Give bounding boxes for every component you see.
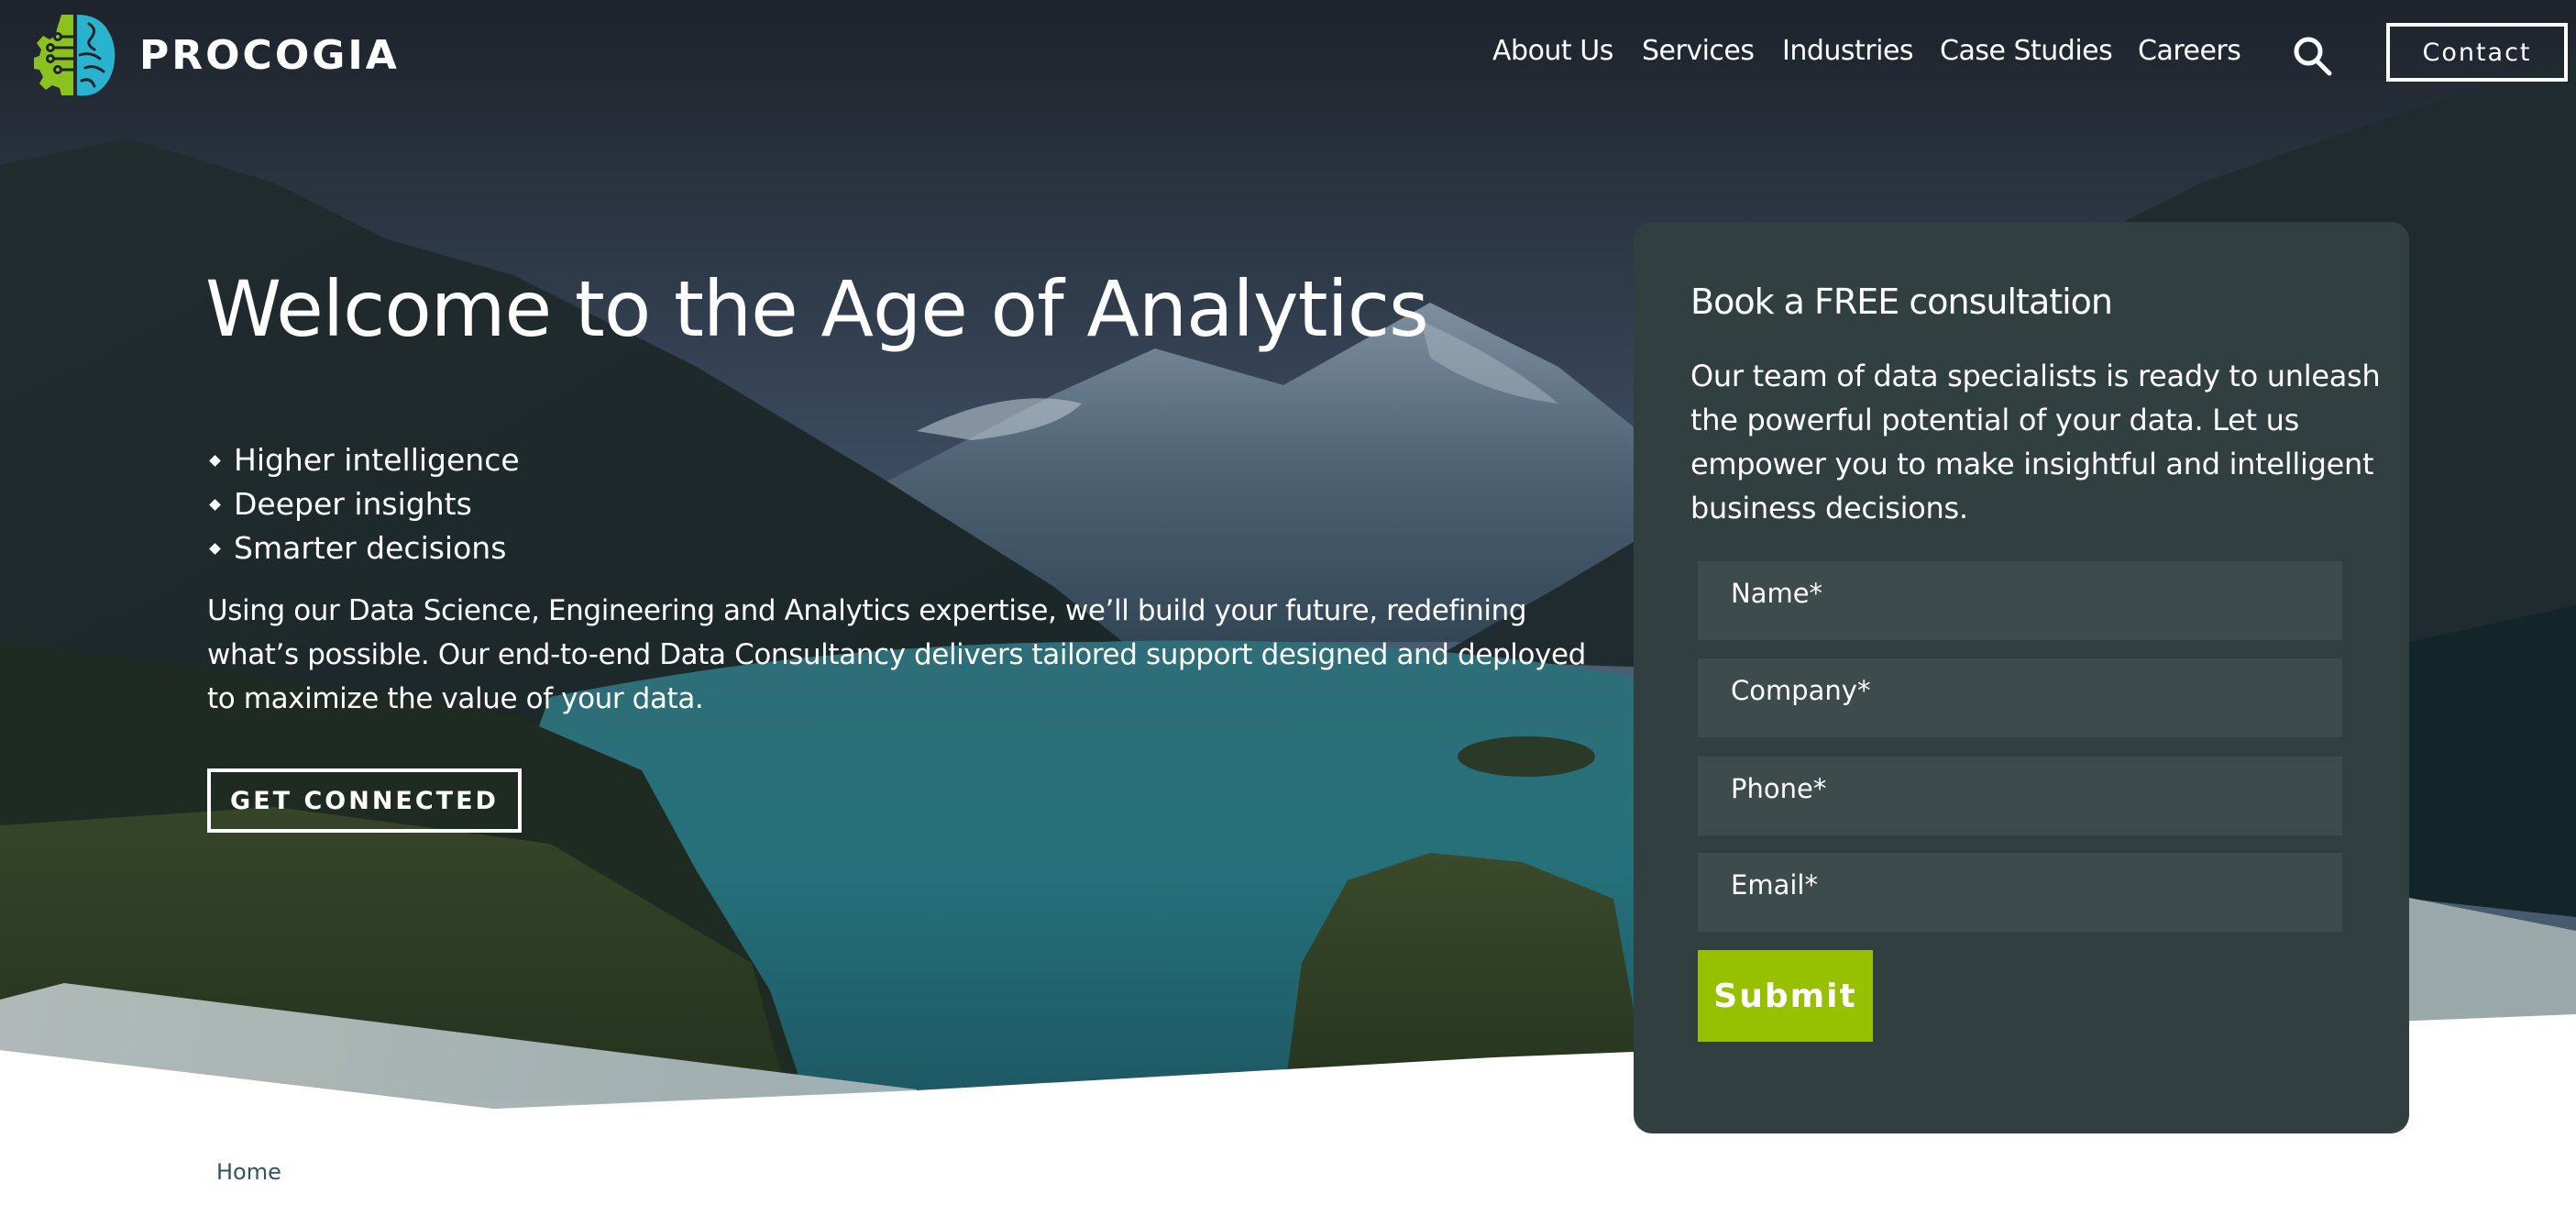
bullet-text: Deeper insights bbox=[234, 486, 472, 522]
bullet-item: Higher intelligence bbox=[207, 438, 520, 482]
nav-item-services[interactable]: Services bbox=[1642, 33, 1755, 70]
diamond-bullet-icon bbox=[209, 542, 221, 555]
hero-description: Using our Data Science, Engineering and … bbox=[207, 594, 1586, 715]
diamond-bullet-icon bbox=[209, 498, 221, 511]
email-field-container bbox=[1698, 853, 2342, 932]
form-title: Book a FREE consultation bbox=[1690, 282, 2113, 322]
bullet-text: Higher intelligence bbox=[234, 442, 520, 478]
get-connected-button[interactable]: GET CONNECTED bbox=[207, 768, 522, 833]
bullet-item: Deeper insights bbox=[207, 482, 520, 526]
name-input[interactable] bbox=[1729, 561, 2311, 610]
nav-item-industries[interactable]: Industries bbox=[1782, 33, 1914, 70]
hero-title: Welcome to the Age of Analytics bbox=[205, 264, 1429, 354]
company-input[interactable] bbox=[1729, 658, 2311, 707]
gear-brain-logo-icon[interactable] bbox=[34, 13, 116, 97]
name-field-container bbox=[1698, 561, 2342, 640]
contact-button[interactable]: Contact bbox=[2386, 23, 2568, 82]
form-description: Our team of data specialists is ready to… bbox=[1690, 359, 2381, 525]
submit-button[interactable]: Submit bbox=[1698, 950, 1873, 1042]
email-input[interactable] bbox=[1729, 853, 2311, 901]
breadcrumb-home-link[interactable]: Home bbox=[216, 1157, 281, 1187]
diamond-bullet-icon bbox=[209, 454, 221, 467]
bullet-item: Smarter decisions bbox=[207, 526, 520, 570]
nav-item-careers[interactable]: Careers bbox=[2138, 33, 2241, 70]
brand-name[interactable]: PROCOGIA bbox=[139, 33, 400, 79]
bullet-text: Smarter decisions bbox=[234, 530, 507, 566]
phone-field-container bbox=[1698, 757, 2342, 835]
search-icon[interactable] bbox=[2292, 35, 2334, 77]
company-field-container bbox=[1698, 658, 2342, 737]
nav-item-about-us[interactable]: About Us bbox=[1492, 33, 1613, 70]
consultation-form-card: Book a FREE consultation Our team of dat… bbox=[1634, 222, 2409, 1133]
hero-bullet-list: Higher intelligence Deeper insights Smar… bbox=[207, 438, 520, 570]
phone-input[interactable] bbox=[1729, 757, 2311, 805]
nav-item-case-studies[interactable]: Case Studies bbox=[1940, 33, 2113, 70]
